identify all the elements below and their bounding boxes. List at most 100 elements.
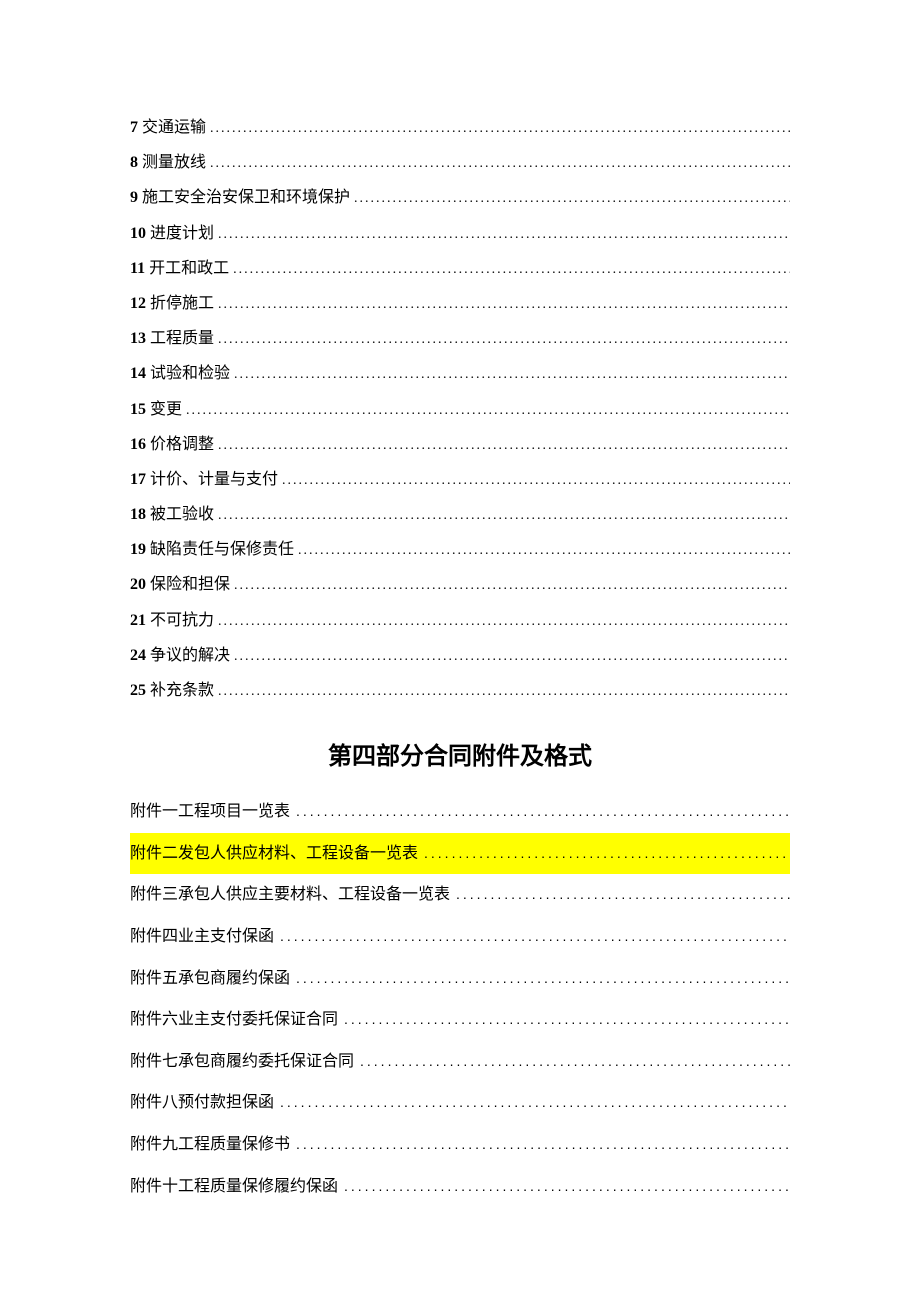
toc-item-dots: ........................................… [234, 642, 790, 673]
toc-item-label: 折停施工 [150, 286, 214, 321]
toc-item-number: 25 [130, 673, 146, 708]
toc-item-label: 补充条款 [150, 673, 214, 708]
toc-item-label: 被工验收 [150, 497, 214, 532]
attachment-item: 附件四业主支付保函...............................… [130, 916, 790, 958]
attachment-item-dots: ........................................… [360, 1043, 790, 1079]
toc-item-label: 不可抗力 [150, 603, 214, 638]
attachment-item-label: 附件五承包商履约保函 [130, 958, 290, 1000]
toc-item-label: 保险和担保 [150, 567, 230, 602]
toc-item-label: 缺陷责任与保修责任 [150, 532, 294, 567]
toc-item-label: 争议的解决 [150, 638, 230, 673]
toc-item-number: 12 [130, 286, 146, 321]
toc-item-dots: ........................................… [210, 114, 790, 145]
toc-item-number: 10 [130, 216, 146, 251]
toc-item: 24争议的解决.................................… [130, 638, 790, 673]
toc-item: 7交通运输...................................… [130, 110, 790, 145]
attachment-item: 附件六业主支付委托保证合同...........................… [130, 999, 790, 1041]
toc-item-dots: ........................................… [234, 360, 790, 391]
toc-item-label: 工程质量 [150, 321, 214, 356]
attachment-item-label: 附件十工程质量保修履约保函 [130, 1166, 338, 1208]
toc-item-label: 进度计划 [150, 216, 214, 251]
attachment-item-dots: ........................................… [280, 1084, 790, 1120]
toc-item-label: 测量放线 [142, 145, 206, 180]
toc-item-number: 21 [130, 603, 146, 638]
attachment-item-dots: ........................................… [344, 1001, 790, 1037]
toc-item: 15变更....................................… [130, 392, 790, 427]
toc-item-number: 14 [130, 356, 146, 391]
toc-item-number: 18 [130, 497, 146, 532]
toc-item-dots: ........................................… [210, 149, 790, 180]
toc-item: 17计价、计量与支付..............................… [130, 462, 790, 497]
toc-item-number: 15 [130, 392, 146, 427]
attachment-item-label: 附件三承包人供应主要材料、工程设备一览表 [130, 874, 450, 916]
attachment-item-dots: ........................................… [424, 835, 790, 871]
attachment-item-label: 附件七承包商履约委托保证合同 [130, 1041, 354, 1083]
toc-item: 20保险和担保.................................… [130, 567, 790, 602]
toc-item: 8测量放线...................................… [130, 145, 790, 180]
toc-item-dots: ........................................… [218, 607, 790, 638]
attachment-item: 附件一工程项目一览表..............................… [130, 791, 790, 833]
toc-item-number: 24 [130, 638, 146, 673]
attachment-item-label: 附件一工程项目一览表 [130, 791, 290, 833]
attachment-item-label: 附件四业主支付保函 [130, 916, 274, 958]
attachment-item: 附件五承包商履约保函..............................… [130, 958, 790, 1000]
attachment-item-label: 附件二发包人供应材料、工程设备一览表 [130, 833, 418, 875]
attachment-item-dots: ........................................… [280, 918, 790, 954]
toc-item-label: 施工安全治安保卫和环境保护 [142, 180, 350, 215]
attachment-item: 附件九工程质量保修书..............................… [130, 1124, 790, 1166]
toc-item-dots: ........................................… [218, 325, 790, 356]
toc-list: 7交通运输...................................… [130, 110, 790, 708]
toc-item-dots: ........................................… [234, 571, 790, 602]
toc-item: 11开工和政工.................................… [130, 251, 790, 286]
attachments-list: 附件一工程项目一览表..............................… [130, 791, 790, 1207]
attachment-item-dots: ........................................… [344, 1168, 790, 1204]
toc-item: 13工程质量..................................… [130, 321, 790, 356]
toc-item-number: 19 [130, 532, 146, 567]
toc-item-number: 13 [130, 321, 146, 356]
attachment-item-dots: ........................................… [296, 1126, 790, 1162]
attachment-item-label: 附件九工程质量保修书 [130, 1124, 290, 1166]
toc-item-number: 20 [130, 567, 146, 602]
toc-item-label: 开工和政工 [149, 251, 229, 286]
attachment-item-dots: ........................................… [456, 876, 790, 912]
toc-item-number: 8 [130, 145, 138, 180]
toc-item: 10进度计划..................................… [130, 216, 790, 251]
toc-item: 19缺陷责任与保修责任.............................… [130, 532, 790, 567]
toc-item-dots: ........................................… [218, 677, 790, 708]
attachment-item: 附件七承包商履约委托保证合同..........................… [130, 1041, 790, 1083]
toc-item-label: 交通运输 [142, 110, 206, 145]
toc-item: 25补充条款..................................… [130, 673, 790, 708]
toc-item-number: 7 [130, 110, 138, 145]
attachment-item: 附件三承包人供应主要材料、工程设备一览表....................… [130, 874, 790, 916]
section-title: 第四部分合同附件及格式 [130, 736, 790, 771]
toc-item: 12折停施工..................................… [130, 286, 790, 321]
toc-item-number: 17 [130, 462, 146, 497]
attachment-item-dots: ........................................… [296, 960, 790, 996]
toc-item-label: 计价、计量与支付 [150, 462, 278, 497]
toc-item-dots: ........................................… [354, 184, 790, 215]
toc-item-dots: ........................................… [233, 255, 790, 286]
toc-item-dots: ........................................… [186, 396, 790, 427]
toc-item-dots: ........................................… [282, 466, 790, 497]
attachment-item-dots: ........................................… [296, 793, 790, 829]
toc-item: 14试验和检验.................................… [130, 356, 790, 391]
toc-item-dots: ........................................… [218, 220, 790, 251]
toc-item-label: 变更 [150, 392, 182, 427]
toc-item: 16价格调整..................................… [130, 427, 790, 462]
toc-item: 21不可抗力..................................… [130, 603, 790, 638]
toc-item-dots: ........................................… [218, 290, 790, 321]
attachment-item: 附件十工程质量保修履约保函...........................… [130, 1166, 790, 1208]
toc-item: 18被工验收..................................… [130, 497, 790, 532]
toc-item-dots: ........................................… [218, 431, 790, 462]
toc-item-number: 9 [130, 180, 138, 215]
attachment-item: 附件八预付款担保函...............................… [130, 1082, 790, 1124]
toc-item-label: 价格调整 [150, 427, 214, 462]
toc-item-number: 16 [130, 427, 146, 462]
toc-item: 9施工安全治安保卫和环境保护..........................… [130, 180, 790, 215]
toc-item-label: 试验和检验 [150, 356, 230, 391]
attachment-item-label: 附件六业主支付委托保证合同 [130, 999, 338, 1041]
toc-item-dots: ........................................… [218, 501, 790, 532]
toc-item-number: 11 [130, 251, 145, 286]
attachment-item-label: 附件八预付款担保函 [130, 1082, 274, 1124]
toc-item-dots: ........................................… [298, 536, 790, 567]
